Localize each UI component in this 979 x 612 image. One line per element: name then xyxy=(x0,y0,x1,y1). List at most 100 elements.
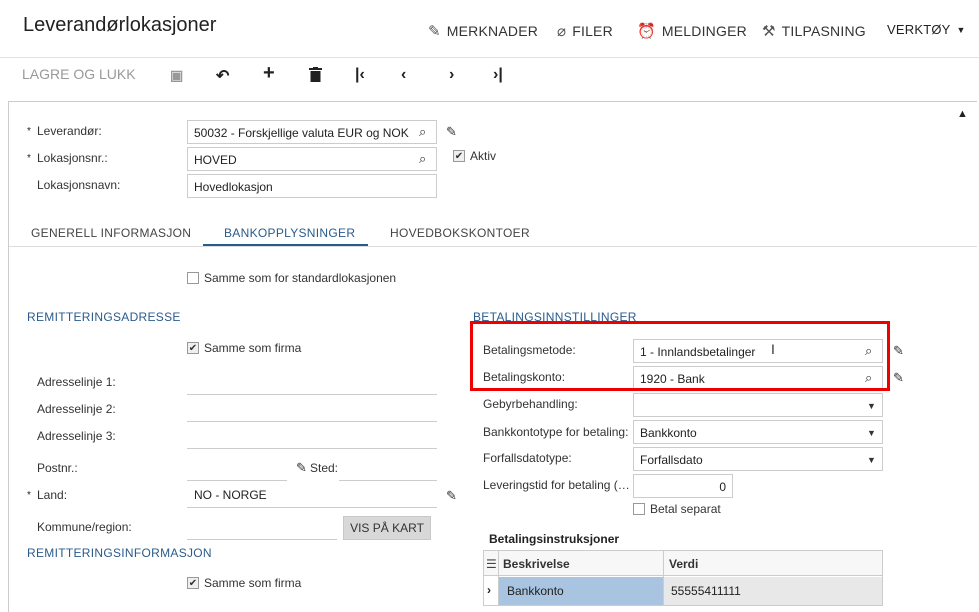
caret-down-icon: ▼ xyxy=(956,24,966,35)
same-as-company2-label: Samme som firma xyxy=(204,576,302,590)
grid-col-description[interactable]: Beskrivelse xyxy=(503,557,570,571)
address2-field[interactable] xyxy=(187,421,437,422)
same-as-company-label: Samme som firma xyxy=(204,341,302,355)
country-field[interactable] xyxy=(187,507,437,508)
tools-menu[interactable]: VERKTØY ▼ xyxy=(887,22,966,37)
view-on-map-button[interactable]: VIS PÅ KART xyxy=(343,516,431,540)
active-checkbox[interactable]: ✔ xyxy=(453,150,465,162)
same-as-default-row[interactable]: Samme som for standardlokasjonen xyxy=(187,271,396,285)
tab-divider xyxy=(9,246,977,247)
customization-button[interactable]: ⚒ TILPASNING xyxy=(762,22,866,40)
pay-separately-row[interactable]: Betal separat xyxy=(633,502,721,516)
notifications-button[interactable]: ⏰ MELDINGER xyxy=(637,22,747,40)
required-mark: * xyxy=(27,490,31,501)
remit-address-title: REMITTERINGSADRESSE xyxy=(27,310,181,324)
grid-col-value[interactable]: Verdi xyxy=(669,557,698,571)
required-mark: * xyxy=(27,153,31,164)
tab-general-info[interactable]: GENERELL INFORMASJON xyxy=(31,226,191,240)
fee-handling-label: Gebyrbehandling: xyxy=(483,397,578,411)
tools-label: VERKTØY xyxy=(887,22,951,37)
remit-info-title: REMITTERINGSINFORMASJON xyxy=(27,546,212,560)
add-icon[interactable]: + xyxy=(263,62,275,85)
address2-label: Adresselinje 2: xyxy=(37,402,116,416)
highlight-box xyxy=(470,321,890,391)
tab-gl-accounts[interactable]: HOVEDBOKSKONTOER xyxy=(390,226,530,240)
page-title: Leverandørlokasjoner xyxy=(23,14,217,36)
lead-time-field[interactable]: 0 xyxy=(633,474,733,498)
county-label: Kommune/region: xyxy=(37,520,132,534)
next-record-icon[interactable]: › xyxy=(449,66,454,84)
due-date-type-select[interactable]: Forfallsdato xyxy=(633,447,883,471)
chevron-down-icon[interactable]: ▼ xyxy=(867,401,876,411)
files-button[interactable]: ⌀ FILER xyxy=(557,22,613,40)
notifications-label: MELDINGER xyxy=(661,23,747,39)
grid-cell-description[interactable]: Bankkonto xyxy=(507,584,564,598)
city-field[interactable] xyxy=(339,480,437,481)
bank-account-type-select[interactable]: Bankkonto xyxy=(633,420,883,444)
country-value[interactable]: NO - NORGE xyxy=(194,488,267,502)
edit-pencil-icon[interactable]: ✎ xyxy=(446,124,457,140)
pay-separately-checkbox[interactable] xyxy=(633,503,645,515)
vendor-label: Leverandør: xyxy=(37,124,102,138)
delete-icon[interactable] xyxy=(309,67,322,82)
vendor-field[interactable]: 50032 - Forskjellige valuta EUR og NOK xyxy=(187,120,437,144)
address1-field[interactable] xyxy=(187,394,437,395)
previous-record-icon[interactable]: ‹ xyxy=(401,66,406,84)
chevron-down-icon[interactable]: ▼ xyxy=(867,428,876,438)
notes-button[interactable]: ✎ MERKNADER xyxy=(428,22,538,40)
due-date-type-value: Forfallsdato xyxy=(640,453,703,467)
search-icon[interactable]: ⌕ xyxy=(419,124,426,140)
pay-separately-label: Betal separat xyxy=(650,502,721,516)
files-label: FILER xyxy=(572,23,613,39)
postal-field[interactable] xyxy=(187,480,287,481)
city-label: Sted: xyxy=(310,461,339,475)
vendor-value: 50032 - Forskjellige valuta EUR og NOK xyxy=(194,126,409,140)
same-as-company-checkbox[interactable]: ✔ xyxy=(187,342,199,354)
chevron-down-icon[interactable]: ▼ xyxy=(867,455,876,465)
undo-icon[interactable]: ↶ xyxy=(216,66,229,86)
customization-label: TILPASNING xyxy=(781,23,866,39)
grid-settings-icon[interactable]: ☰ xyxy=(486,557,497,571)
due-date-type-label: Forfallsdatotype: xyxy=(483,451,572,465)
same-as-company-row[interactable]: ✔ Samme som firma xyxy=(187,341,301,355)
location-id-value: HOVED xyxy=(194,153,237,167)
same-as-default-checkbox[interactable] xyxy=(187,272,199,284)
lead-time-label: Leveringstid for betaling (… xyxy=(483,478,630,492)
note-icon: ✎ xyxy=(428,23,441,40)
last-record-icon[interactable]: ›| xyxy=(493,66,503,84)
fee-handling-select[interactable] xyxy=(633,393,883,417)
collapse-icon[interactable]: ▲ xyxy=(957,108,968,120)
active-checkbox-row[interactable]: ✔ Aktiv xyxy=(453,149,496,163)
county-field[interactable] xyxy=(187,539,337,540)
edit-pencil-icon[interactable]: ✎ xyxy=(893,343,904,359)
location-name-field[interactable]: Hovedlokasjon xyxy=(187,174,437,198)
edit-pencil-icon[interactable]: ✎ xyxy=(893,370,904,386)
search-icon[interactable]: ⌕ xyxy=(419,151,426,167)
active-tab-indicator xyxy=(203,244,368,246)
edit-pencil-icon[interactable]: ✎ xyxy=(296,460,307,476)
save-close-button[interactable]: LAGRE OG LUKK xyxy=(22,66,136,82)
notes-label: MERKNADER xyxy=(446,23,539,39)
grid-cell-value[interactable]: 55555411111 xyxy=(671,584,741,598)
edit-pencil-icon[interactable]: ✎ xyxy=(446,488,457,504)
address3-field[interactable] xyxy=(187,448,437,449)
active-label: Aktiv xyxy=(470,149,497,163)
same-as-default-label: Samme som for standardlokasjonen xyxy=(204,271,397,285)
first-record-icon[interactable]: |‹ xyxy=(355,66,365,84)
required-mark: * xyxy=(27,126,31,137)
same-as-company2-row[interactable]: ✔ Samme som firma xyxy=(187,576,301,590)
payment-instructions-title: Betalingsinstruksjoner xyxy=(489,532,620,546)
location-id-field[interactable]: HOVED xyxy=(187,147,437,171)
alarm-clock-icon: ⏰ xyxy=(637,23,656,40)
location-name-label: Lokasjonsnavn: xyxy=(37,178,121,192)
bank-account-type-label: Bankkontotype for betaling: xyxy=(483,425,629,439)
address1-label: Adresselinje 1: xyxy=(37,375,116,389)
postal-label: Postnr.: xyxy=(37,461,78,475)
address3-label: Adresselinje 3: xyxy=(37,429,116,443)
row-selector-icon[interactable]: › xyxy=(487,583,491,597)
same-as-company2-checkbox[interactable]: ✔ xyxy=(187,577,199,589)
location-name-value: Hovedlokasjon xyxy=(194,180,273,194)
tab-bank-details[interactable]: BANKOPPLYSNINGER xyxy=(224,226,355,240)
paperclip-icon: ⌀ xyxy=(557,23,567,40)
save-icon[interactable]: ▣ xyxy=(170,67,183,84)
